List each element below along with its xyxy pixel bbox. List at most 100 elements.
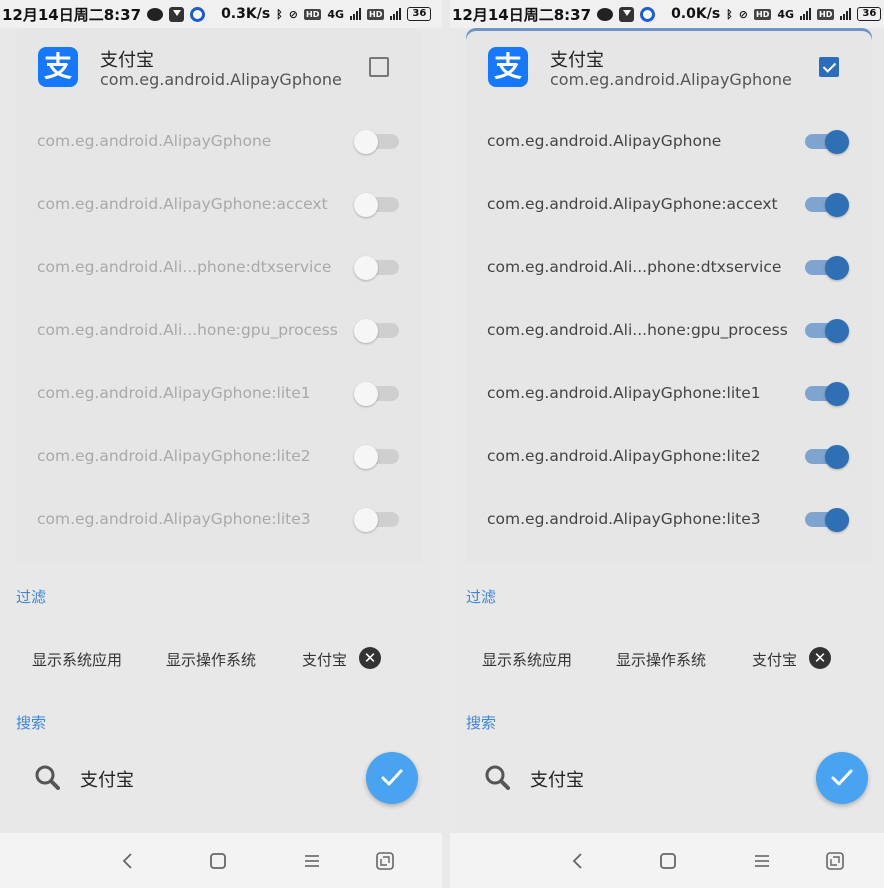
battery-level: 36: [857, 7, 882, 21]
app-header[interactable]: 支 支付宝 com.eg.android.AlipayGphone: [16, 28, 422, 110]
process-label: com.eg.android.AlipayGphone:accext: [37, 195, 328, 213]
left-panel: 12月14日周二8:37 0.3K/s ᛒ ⊘ HD 4G HD 36 支 支付…: [0, 0, 442, 888]
app-name: 支付宝: [100, 50, 154, 71]
process-row: com.eg.android.AlipayGphone:lite2: [16, 425, 422, 488]
home-icon[interactable]: [208, 851, 228, 871]
navigation-bar: [450, 833, 884, 888]
status-bar: 12月14日周二8:37 0.3K/s ᛒ ⊘ HD 4G HD 36: [0, 0, 442, 28]
toggle-thumb: [354, 445, 378, 469]
process-label: com.eg.android.AlipayGphone: [487, 132, 722, 150]
process-label: com.eg.android.AlipayGphone:lite1: [487, 384, 761, 402]
process-toggle[interactable]: [805, 319, 849, 343]
screenshot-icon[interactable]: [825, 851, 845, 871]
process-row: com.eg.android.AlipayGphone:lite1: [16, 362, 422, 425]
process-toggle[interactable]: [354, 382, 399, 406]
clear-chip-icon[interactable]: ✕: [359, 647, 381, 669]
toggle-thumb: [825, 382, 849, 406]
signal-icon-2: [840, 8, 852, 20]
mute-icon: ⊘: [738, 7, 748, 21]
process-row: com.eg.android.AlipayGphone:lite1: [466, 362, 872, 425]
download-notification-icon: [169, 6, 185, 22]
process-label: com.eg.android.AlipayGphone:lite3: [37, 510, 311, 528]
right-panel: 12月14日周二8:37 0.0K/s ᛒ ⊘ HD 4G HD 36 支 支付…: [450, 0, 884, 888]
screenshot-icon[interactable]: [375, 851, 395, 871]
toggle-thumb: [354, 319, 378, 343]
toggle-thumb: [825, 445, 849, 469]
clear-chip-icon[interactable]: ✕: [809, 647, 831, 669]
app-notification-icon: [640, 6, 656, 22]
toggle-thumb: [825, 508, 849, 532]
status-time: 12月14日周二8:37: [452, 5, 592, 24]
app-package: com.eg.android.AlipayGphone: [100, 70, 342, 89]
network-speed: 0.0K/s: [671, 6, 721, 22]
network-type: 4G: [777, 7, 795, 21]
app-select-checkbox[interactable]: [369, 57, 389, 77]
mute-icon: ⊘: [288, 7, 298, 21]
filter-chip-alipay[interactable]: 支付宝: [302, 649, 347, 670]
signal-icon-2: [390, 8, 402, 20]
process-label: com.eg.android.AlipayGphone:lite2: [37, 447, 311, 465]
network-type: 4G: [327, 7, 345, 21]
app-header[interactable]: 支 支付宝 com.eg.android.AlipayGphone: [466, 28, 872, 110]
download-notification-icon: [619, 6, 635, 22]
filter-chip-os[interactable]: 显示操作系统: [616, 649, 706, 670]
process-toggle[interactable]: [354, 130, 399, 154]
toggle-thumb: [354, 256, 378, 280]
filter-chip-system-apps[interactable]: 显示系统应用: [32, 649, 122, 670]
process-row: com.eg.android.Ali...phone:dtxservice: [466, 236, 872, 299]
filter-title: 过滤: [16, 588, 47, 606]
menu-icon[interactable]: [752, 851, 772, 871]
process-toggle[interactable]: [354, 319, 399, 343]
process-toggle[interactable]: [354, 193, 399, 217]
signal-icon: [800, 8, 812, 20]
process-row: com.eg.android.Ali...hone:gpu_process: [16, 299, 422, 362]
toggle-thumb: [825, 193, 849, 217]
filter-chip-system-apps[interactable]: 显示系统应用: [482, 649, 572, 670]
toggle-thumb: [354, 508, 378, 532]
process-toggle[interactable]: [354, 508, 399, 532]
process-label: com.eg.android.Ali...hone:gpu_process: [487, 321, 788, 339]
process-row: com.eg.android.AlipayGphone:lite2: [466, 425, 872, 488]
process-row: com.eg.android.AlipayGphone:lite3: [466, 488, 872, 551]
process-toggle[interactable]: [805, 256, 849, 280]
search-input[interactable]: 支付宝: [530, 766, 584, 792]
wechat-notification-icon: [147, 7, 164, 21]
app-select-checkbox[interactable]: [819, 57, 839, 77]
process-toggle[interactable]: [805, 508, 849, 532]
process-label: com.eg.android.AlipayGphone:lite2: [487, 447, 761, 465]
process-label: com.eg.android.Ali...phone:dtxservice: [487, 258, 782, 276]
toggle-thumb: [825, 256, 849, 280]
network-speed: 0.3K/s: [221, 6, 271, 22]
search-title: 搜索: [466, 714, 497, 732]
filter-chip-os[interactable]: 显示操作系统: [166, 649, 256, 670]
menu-icon[interactable]: [302, 851, 322, 871]
app-name: 支付宝: [550, 50, 604, 71]
bluetooth-icon: ᛒ: [276, 7, 283, 21]
confirm-button[interactable]: [366, 752, 418, 804]
process-row: com.eg.android.AlipayGphone:lite3: [16, 488, 422, 551]
confirm-button[interactable]: [816, 752, 868, 804]
process-toggle[interactable]: [805, 382, 849, 406]
back-icon[interactable]: [568, 851, 588, 871]
signal-icon: [350, 8, 362, 20]
home-icon[interactable]: [658, 851, 678, 871]
process-toggle[interactable]: [805, 193, 849, 217]
process-label: com.eg.android.AlipayGphone:accext: [487, 195, 778, 213]
process-label: com.eg.android.AlipayGphone:lite1: [37, 384, 311, 402]
battery-level: 36: [407, 7, 432, 21]
process-label: com.eg.android.Ali...hone:gpu_process: [37, 321, 338, 339]
back-icon[interactable]: [118, 851, 138, 871]
filter-chip-alipay[interactable]: 支付宝: [752, 649, 797, 670]
hd-badge: HD: [304, 8, 322, 20]
search-title: 搜索: [16, 714, 47, 732]
app-package: com.eg.android.AlipayGphone: [550, 70, 792, 89]
process-label: com.eg.android.Ali...phone:dtxservice: [37, 258, 332, 276]
process-toggle[interactable]: [354, 445, 399, 469]
check-icon: [381, 769, 403, 786]
process-toggle[interactable]: [805, 445, 849, 469]
process-label: com.eg.android.AlipayGphone: [37, 132, 272, 150]
search-input[interactable]: 支付宝: [80, 766, 134, 792]
toggle-thumb: [354, 382, 378, 406]
process-toggle[interactable]: [805, 130, 849, 154]
process-toggle[interactable]: [354, 256, 399, 280]
